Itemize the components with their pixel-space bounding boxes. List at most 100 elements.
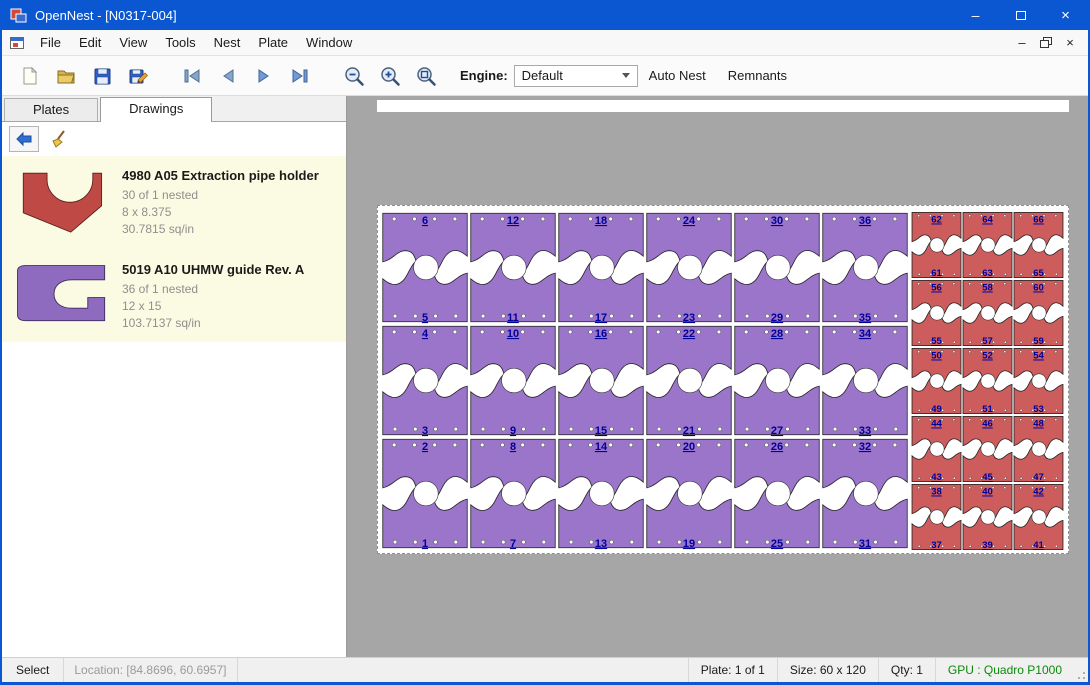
last-plate-button[interactable] [282, 60, 318, 92]
svg-text:4: 4 [422, 328, 429, 340]
remnants-button[interactable]: Remnants [717, 68, 798, 83]
drawing-list-item[interactable]: 4980 A05 Extraction pipe holder 30 of 1 … [2, 156, 346, 250]
zoom-out-icon [343, 65, 365, 87]
title-bar: OpenNest - [N0317-004] – × [2, 0, 1088, 30]
zoom-out-button[interactable] [336, 60, 372, 92]
drawing-size: 8 x 8.375 [122, 204, 319, 221]
svg-text:6: 6 [422, 215, 428, 227]
mdi-minimize-button[interactable]: – [1010, 33, 1034, 53]
menu-file[interactable]: File [31, 31, 70, 54]
menu-nest[interactable]: Nest [205, 31, 250, 54]
svg-text:59: 59 [1033, 336, 1044, 347]
first-arrow-icon [181, 66, 203, 86]
svg-text:33: 33 [859, 425, 871, 437]
resize-grip[interactable] [1074, 658, 1088, 682]
svg-text:28: 28 [771, 328, 783, 340]
gpu-indicator: GPU : Quadro P1000 [935, 658, 1074, 682]
close-button[interactable]: × [1043, 0, 1088, 30]
plate-size: Size: 60 x 120 [777, 658, 878, 682]
menu-bar: File Edit View Tools Nest Plate Window –… [2, 30, 1088, 56]
engine-label: Engine: [460, 68, 508, 83]
sheet-edge-strip [377, 100, 1069, 112]
window-title: OpenNest - [N0317-004] [35, 8, 177, 23]
mdi-restore-button[interactable] [1034, 33, 1058, 53]
zoom-fit-icon [415, 65, 437, 87]
svg-text:2: 2 [422, 441, 428, 453]
tab-plates[interactable]: Plates [4, 98, 98, 121]
svg-text:18: 18 [595, 215, 607, 227]
menu-window[interactable]: Window [297, 31, 361, 54]
next-plate-button[interactable] [246, 60, 282, 92]
svg-text:49: 49 [931, 404, 942, 415]
open-folder-icon [55, 65, 77, 87]
svg-text:7: 7 [510, 538, 516, 550]
open-button[interactable] [48, 60, 84, 92]
menu-plate[interactable]: Plate [249, 31, 297, 54]
new-button[interactable] [12, 60, 48, 92]
svg-text:58: 58 [982, 283, 993, 294]
zoom-fit-button[interactable] [408, 60, 444, 92]
svg-text:38: 38 [931, 487, 942, 498]
cursor-location: Location: [84.8696, 60.6957] [64, 658, 237, 682]
send-to-plate-button[interactable] [9, 126, 39, 152]
nest-canvas[interactable]: 6512111817242330293635431091615222128273… [347, 96, 1088, 657]
svg-text:52: 52 [982, 351, 993, 362]
first-plate-button[interactable] [174, 60, 210, 92]
plate-qty: Qty: 1 [878, 658, 935, 682]
svg-text:17: 17 [595, 312, 607, 324]
mdi-window-controls: – × [1010, 33, 1088, 53]
drawing-list: 4980 A05 Extraction pipe holder 30 of 1 … [2, 156, 346, 342]
svg-text:11: 11 [507, 312, 519, 324]
save-as-button[interactable] [120, 60, 156, 92]
svg-text:65: 65 [1033, 268, 1044, 279]
menu-edit[interactable]: Edit [70, 31, 110, 54]
zoom-in-button[interactable] [372, 60, 408, 92]
app-window: OpenNest - [N0317-004] – × File Edit Vie… [0, 0, 1090, 685]
svg-text:26: 26 [771, 441, 783, 453]
auto-nest-button[interactable]: Auto Nest [638, 68, 717, 83]
svg-text:55: 55 [931, 336, 942, 347]
plate[interactable]: 6512111817242330293635431091615222128273… [377, 205, 1069, 554]
main-toolbar: Engine: Default Auto Nest Remnants [2, 56, 1088, 96]
chevron-down-icon [622, 73, 630, 78]
engine-select[interactable]: Default [514, 65, 638, 87]
new-file-icon [19, 65, 41, 87]
menu-tools[interactable]: Tools [156, 31, 204, 54]
svg-text:29: 29 [771, 312, 783, 324]
tab-drawings[interactable]: Drawings [100, 97, 212, 122]
nest-svg[interactable]: 6512111817242330293635431091615222128273… [378, 206, 1068, 553]
clear-drawings-button[interactable] [44, 126, 74, 152]
extraction-pipe-holder-thumbnail [8, 168, 116, 240]
left-panel: Plates Drawings [2, 96, 347, 657]
maximize-button[interactable] [998, 0, 1043, 30]
svg-text:25: 25 [771, 538, 783, 550]
part-shape [18, 266, 105, 321]
menu-view[interactable]: View [110, 31, 156, 54]
svg-text:23: 23 [683, 312, 695, 324]
svg-text:3: 3 [422, 425, 428, 437]
svg-text:35: 35 [859, 312, 871, 324]
svg-text:54: 54 [1033, 351, 1044, 362]
svg-text:21: 21 [683, 425, 695, 437]
panel-tabs: Plates Drawings [2, 96, 346, 122]
drawing-nested-count: 30 of 1 nested [122, 187, 319, 204]
minimize-button[interactable]: – [953, 0, 998, 30]
svg-text:47: 47 [1033, 472, 1044, 483]
svg-text:45: 45 [982, 472, 993, 483]
svg-text:20: 20 [683, 441, 695, 453]
save-button[interactable] [84, 60, 120, 92]
svg-text:42: 42 [1033, 487, 1044, 498]
drawing-list-item[interactable]: 5019 A10 UHMW guide Rev. A 36 of 1 neste… [2, 250, 346, 342]
svg-text:24: 24 [683, 215, 696, 227]
engine-selected-value: Default [522, 68, 563, 83]
svg-text:60: 60 [1033, 283, 1044, 294]
child-window-icon [10, 36, 25, 50]
previous-plate-button[interactable] [210, 60, 246, 92]
svg-text:46: 46 [982, 419, 993, 430]
svg-text:51: 51 [982, 404, 993, 415]
drawing-area: 30.7815 sq/in [122, 221, 319, 238]
mdi-close-button[interactable]: × [1058, 33, 1082, 53]
drawing-name: 5019 A10 UHMW guide Rev. A [122, 262, 304, 277]
svg-text:19: 19 [683, 538, 695, 550]
svg-text:56: 56 [931, 283, 942, 294]
